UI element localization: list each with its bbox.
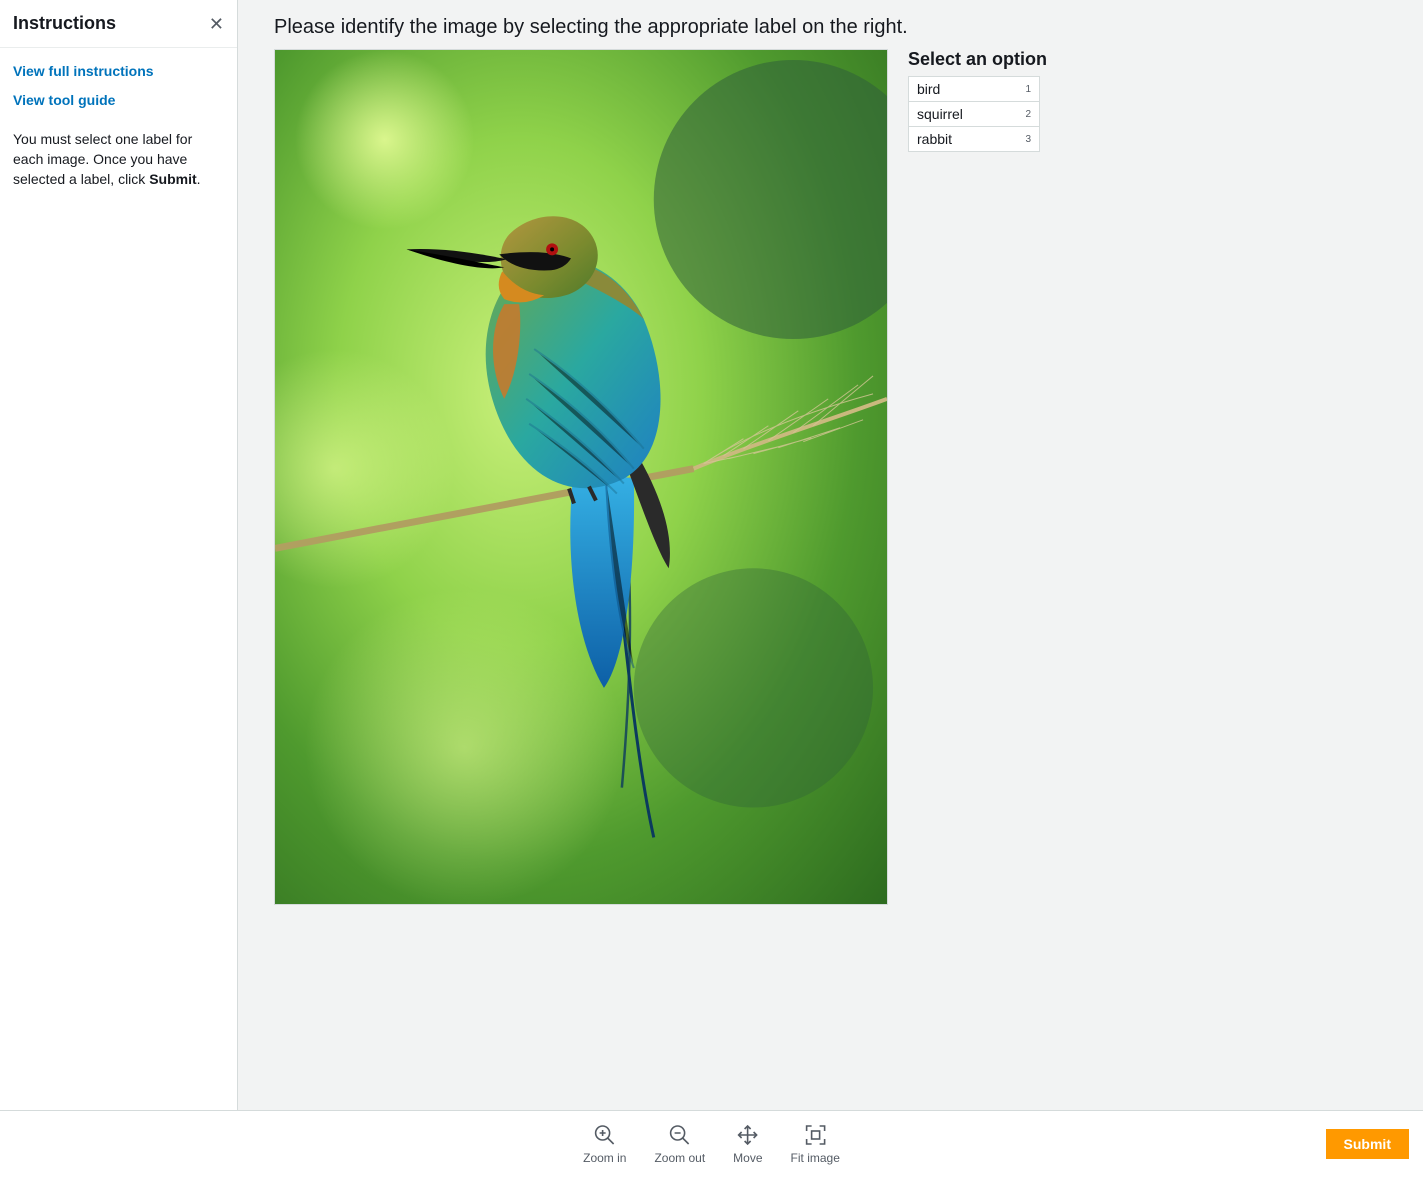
options-list: bird 1 squirrel 2 rabbit 3 (908, 76, 1040, 152)
option-rabbit[interactable]: rabbit 3 (909, 127, 1039, 151)
move-icon (736, 1123, 760, 1147)
option-hotkey: 3 (1025, 134, 1031, 145)
fit-image-icon (803, 1123, 827, 1147)
submit-button[interactable]: Submit (1326, 1129, 1409, 1159)
zoom-out-button[interactable]: Zoom out (654, 1123, 705, 1165)
help-text: You must select one label for each image… (13, 129, 224, 190)
option-hotkey: 1 (1025, 84, 1031, 95)
option-bird[interactable]: bird 1 (909, 77, 1039, 102)
link-full-instructions[interactable]: View full instructions (13, 61, 224, 81)
task-header: Please identify the image by selecting t… (238, 0, 1423, 49)
link-tool-guide[interactable]: View tool guide (13, 90, 224, 110)
fit-image-button[interactable]: Fit image (791, 1123, 840, 1165)
instructions-sidebar: Instructions ✕ View full instructions Vi… (0, 0, 238, 1110)
close-icon[interactable]: ✕ (209, 15, 224, 33)
image-pane[interactable] (274, 49, 888, 1100)
zoom-in-button[interactable]: Zoom in (583, 1123, 626, 1165)
option-label: bird (917, 81, 940, 97)
option-label: squirrel (917, 106, 963, 122)
option-label: rabbit (917, 131, 952, 147)
move-button[interactable]: Move (733, 1123, 762, 1165)
zoom-out-icon (668, 1123, 692, 1147)
footer-toolbar: Zoom in Zoom out Move (0, 1111, 1423, 1177)
option-squirrel[interactable]: squirrel 2 (909, 102, 1039, 127)
main-area: Please identify the image by selecting t… (238, 0, 1423, 1110)
task-image (274, 49, 888, 905)
sidebar-title: Instructions (13, 13, 116, 34)
zoom-in-icon (593, 1123, 617, 1147)
options-title: Select an option (908, 49, 1047, 70)
option-hotkey: 2 (1025, 109, 1031, 120)
